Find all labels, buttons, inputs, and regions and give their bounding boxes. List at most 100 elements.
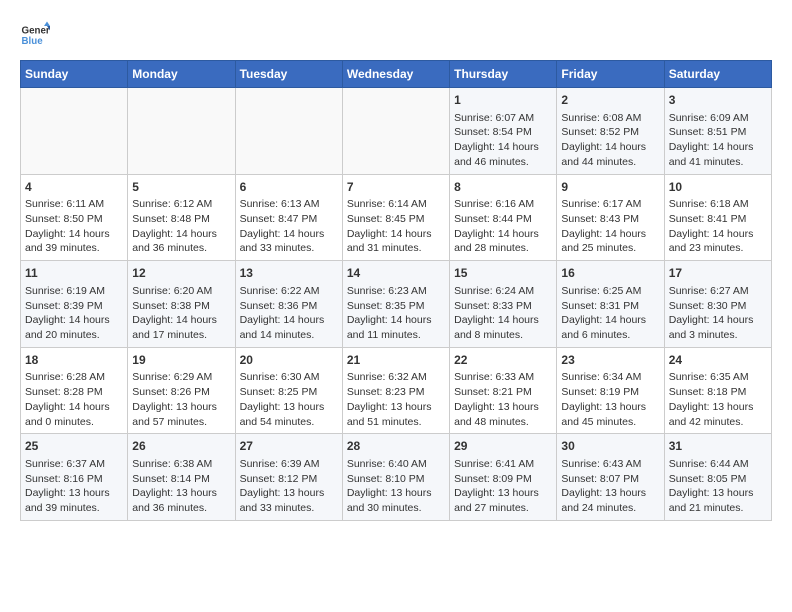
day-number: 24: [669, 352, 767, 369]
day-info: Sunrise: 6:35 AM: [669, 370, 767, 385]
day-info: Sunset: 8:51 PM: [669, 125, 767, 140]
day-number: 9: [561, 179, 659, 196]
weekday-header: Sunday: [21, 61, 128, 88]
day-info: Sunrise: 6:09 AM: [669, 111, 767, 126]
day-info: Daylight: 14 hours and 8 minutes.: [454, 313, 552, 342]
day-info: Sunset: 8:28 PM: [25, 385, 123, 400]
day-info: Sunrise: 6:43 AM: [561, 457, 659, 472]
weekday-header: Wednesday: [342, 61, 449, 88]
day-info: Daylight: 14 hours and 31 minutes.: [347, 227, 445, 256]
day-info: Sunset: 8:12 PM: [240, 472, 338, 487]
calendar-table: SundayMondayTuesdayWednesdayThursdayFrid…: [20, 60, 772, 521]
day-number: 3: [669, 92, 767, 109]
calendar-cell: 11 Sunrise: 6:19 AMSunset: 8:39 PMDayligh…: [21, 261, 128, 348]
day-info: Sunrise: 6:07 AM: [454, 111, 552, 126]
day-info: Daylight: 14 hours and 25 minutes.: [561, 227, 659, 256]
calendar-cell: [235, 88, 342, 175]
day-info: Sunrise: 6:27 AM: [669, 284, 767, 299]
day-info: Daylight: 13 hours and 33 minutes.: [240, 486, 338, 515]
day-info: Sunset: 8:21 PM: [454, 385, 552, 400]
day-info: Sunset: 8:33 PM: [454, 299, 552, 314]
calendar-cell: 17Sunrise: 6:27 AMSunset: 8:30 PMDayligh…: [664, 261, 771, 348]
day-info: Daylight: 14 hours and 28 minutes.: [454, 227, 552, 256]
calendar-cell: [342, 88, 449, 175]
day-info: Sunrise: 6:16 AM: [454, 197, 552, 212]
day-info: Daylight: 14 hours and 20 minutes.: [25, 313, 123, 342]
day-number: 7: [347, 179, 445, 196]
day-info: Sunrise: 6:11 AM: [25, 197, 123, 212]
day-info: Daylight: 13 hours and 45 minutes.: [561, 400, 659, 429]
day-number: 21: [347, 352, 445, 369]
calendar-cell: 9Sunrise: 6:17 AMSunset: 8:43 PMDaylight…: [557, 174, 664, 261]
day-info: Daylight: 13 hours and 36 minutes.: [132, 486, 230, 515]
day-info: Sunrise: 6:17 AM: [561, 197, 659, 212]
day-info: Sunrise: 6:41 AM: [454, 457, 552, 472]
day-info: Sunset: 8:19 PM: [561, 385, 659, 400]
calendar-body: 1Sunrise: 6:07 AMSunset: 8:54 PMDaylight…: [21, 88, 772, 521]
day-info: Sunrise: 6:18 AM: [669, 197, 767, 212]
day-number: 31: [669, 438, 767, 455]
day-number: 28: [347, 438, 445, 455]
day-info: Daylight: 14 hours and 46 minutes.: [454, 140, 552, 169]
day-info: Sunrise: 6:30 AM: [240, 370, 338, 385]
calendar-cell: [128, 88, 235, 175]
calendar-header: SundayMondayTuesdayWednesdayThursdayFrid…: [21, 61, 772, 88]
day-number: 30: [561, 438, 659, 455]
day-number: 25: [25, 438, 123, 455]
day-info: Sunrise: 6:29 AM: [132, 370, 230, 385]
day-info: Sunset: 8:36 PM: [240, 299, 338, 314]
svg-text:Blue: Blue: [22, 36, 44, 47]
calendar-cell: 16Sunrise: 6:25 AMSunset: 8:31 PMDayligh…: [557, 261, 664, 348]
calendar-cell: 30Sunrise: 6:43 AMSunset: 8:07 PMDayligh…: [557, 434, 664, 521]
day-info: Sunrise: 6:20 AM: [132, 284, 230, 299]
day-info: Daylight: 14 hours and 39 minutes.: [25, 227, 123, 256]
day-number: 2: [561, 92, 659, 109]
day-info: Sunrise: 6:38 AM: [132, 457, 230, 472]
day-info: Daylight: 14 hours and 14 minutes.: [240, 313, 338, 342]
calendar-cell: 28Sunrise: 6:40 AMSunset: 8:10 PMDayligh…: [342, 434, 449, 521]
day-number: 22: [454, 352, 552, 369]
weekday-header: Saturday: [664, 61, 771, 88]
calendar-cell: 6Sunrise: 6:13 AMSunset: 8:47 PMDaylight…: [235, 174, 342, 261]
calendar-cell: 27Sunrise: 6:39 AMSunset: 8:12 PMDayligh…: [235, 434, 342, 521]
day-info: Sunset: 8:43 PM: [561, 212, 659, 227]
day-info: Sunset: 8:30 PM: [669, 299, 767, 314]
day-info: Daylight: 13 hours and 57 minutes.: [132, 400, 230, 429]
day-info: Sunrise: 6:19 AM: [25, 284, 123, 299]
calendar-cell: 20Sunrise: 6:30 AMSunset: 8:25 PMDayligh…: [235, 347, 342, 434]
day-info: Sunset: 8:54 PM: [454, 125, 552, 140]
day-number: 11: [25, 265, 123, 282]
calendar-cell: 23Sunrise: 6:34 AMSunset: 8:19 PMDayligh…: [557, 347, 664, 434]
calendar-cell: 10Sunrise: 6:18 AMSunset: 8:41 PMDayligh…: [664, 174, 771, 261]
logo: General Blue: [20, 20, 50, 50]
day-number: 1: [454, 92, 552, 109]
day-number: 12: [132, 265, 230, 282]
day-info: Daylight: 14 hours and 11 minutes.: [347, 313, 445, 342]
day-info: Daylight: 14 hours and 6 minutes.: [561, 313, 659, 342]
calendar-cell: 31Sunrise: 6:44 AMSunset: 8:05 PMDayligh…: [664, 434, 771, 521]
day-info: Sunset: 8:10 PM: [347, 472, 445, 487]
calendar-cell: 24Sunrise: 6:35 AMSunset: 8:18 PMDayligh…: [664, 347, 771, 434]
day-info: Sunset: 8:09 PM: [454, 472, 552, 487]
day-info: Daylight: 13 hours and 24 minutes.: [561, 486, 659, 515]
day-info: Sunset: 8:52 PM: [561, 125, 659, 140]
day-info: Sunset: 8:39 PM: [25, 299, 123, 314]
day-info: Daylight: 13 hours and 27 minutes.: [454, 486, 552, 515]
day-number: 14: [347, 265, 445, 282]
day-info: Sunset: 8:18 PM: [669, 385, 767, 400]
calendar-cell: 5Sunrise: 6:12 AMSunset: 8:48 PMDaylight…: [128, 174, 235, 261]
day-number: 15: [454, 265, 552, 282]
weekday-header: Monday: [128, 61, 235, 88]
day-number: 10: [669, 179, 767, 196]
day-number: 29: [454, 438, 552, 455]
calendar-cell: 1 Sunrise: 6:07 AMSunset: 8:54 PMDaylight…: [450, 88, 557, 175]
day-info: Daylight: 14 hours and 3 minutes.: [669, 313, 767, 342]
calendar-cell: 29 Sunrise: 6:41 AMSunset: 8:09 PMDayligh…: [450, 434, 557, 521]
day-info: Sunset: 8:05 PM: [669, 472, 767, 487]
day-number: 5: [132, 179, 230, 196]
calendar-cell: 15Sunrise: 6:24 AMSunset: 8:33 PMDayligh…: [450, 261, 557, 348]
day-info: Sunrise: 6:39 AM: [240, 457, 338, 472]
day-info: Sunrise: 6:33 AM: [454, 370, 552, 385]
day-info: Sunrise: 6:14 AM: [347, 197, 445, 212]
day-number: 16: [561, 265, 659, 282]
